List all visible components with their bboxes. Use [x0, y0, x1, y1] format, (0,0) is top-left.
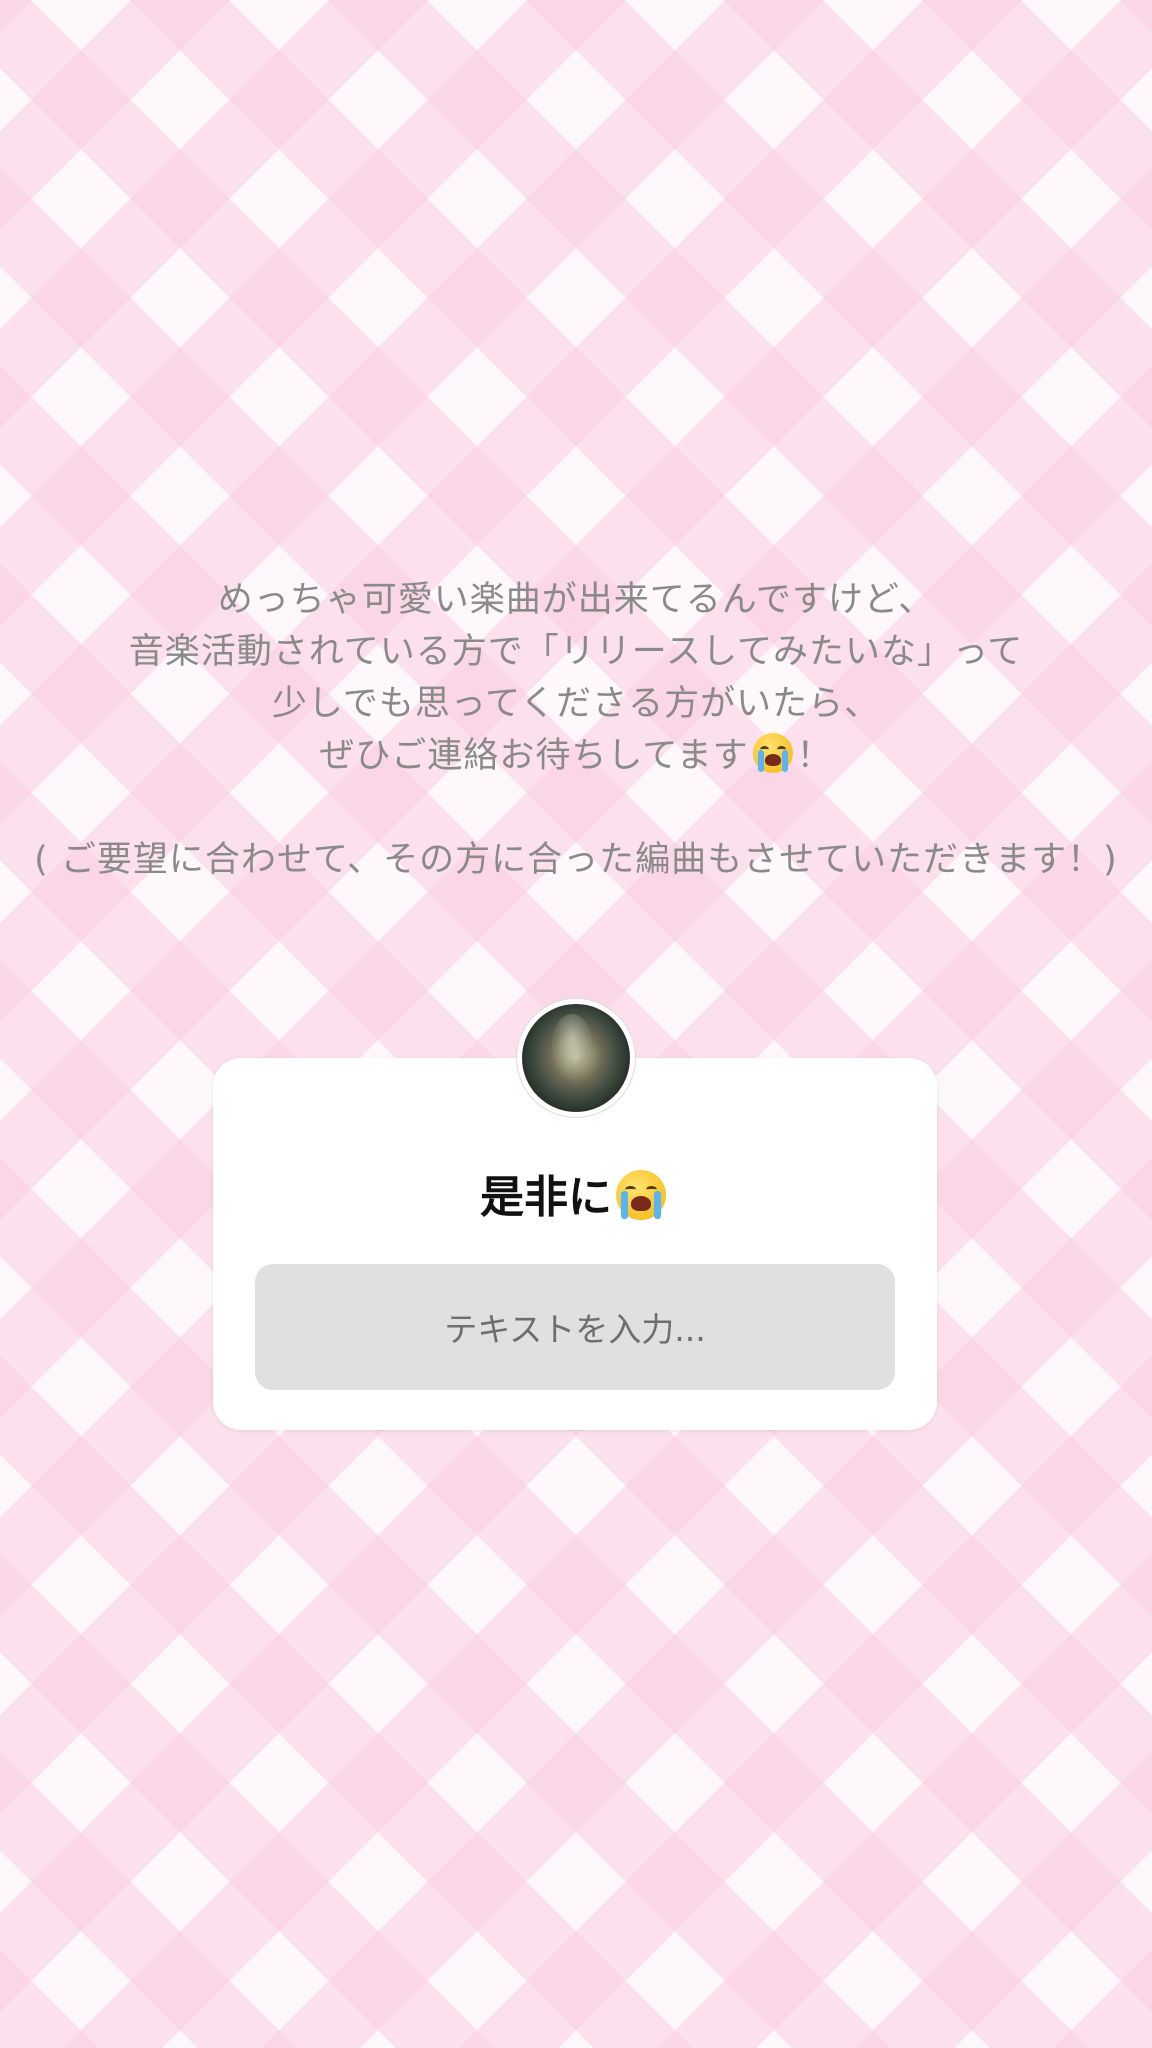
caption-exclamation: ！: [796, 736, 833, 776]
answer-input[interactable]: テキストを入力...: [255, 1264, 895, 1390]
profile-avatar: [517, 999, 635, 1117]
caption-line: ぜひご連絡お待ちしてます: [319, 736, 749, 776]
question-text: 是非に: [480, 1172, 612, 1223]
question-title: 是非に: [213, 1163, 937, 1233]
caption-line-with-emoji: ぜひご連絡お待ちしてます ！: [30, 730, 1122, 782]
crying-face-icon: [752, 733, 793, 773]
crying-face-icon: [616, 1170, 666, 1220]
caption-line: 音楽活動されている方で「リリースしてみたいな」って: [128, 632, 1024, 672]
caption-line: めっちゃ可愛い楽曲が出来てるんですけど、: [217, 580, 935, 620]
caption-line: 少しでも思ってくださる方がいたら、: [271, 684, 881, 724]
avatar-image: [522, 1004, 630, 1112]
story-caption: めっちゃ可愛い楽曲が出来てるんですけど、 音楽活動されている方で「リリースしてみ…: [30, 574, 1122, 886]
caption-note: ( ご要望に合わせて、その方に合った編曲もさせていただきます！): [34, 840, 1118, 880]
